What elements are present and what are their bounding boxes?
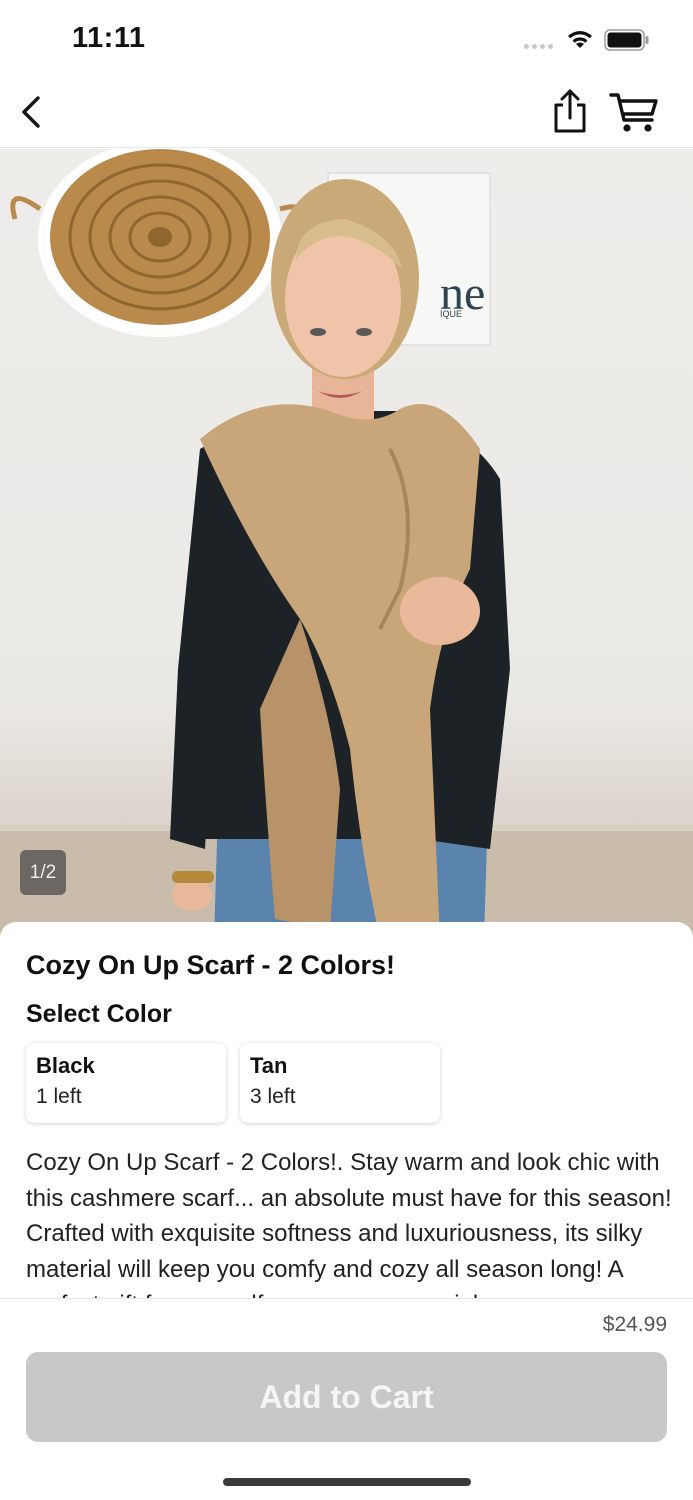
purchase-bar: $24.99 Add to Cart [0,1298,693,1500]
share-icon [554,89,586,133]
product-details-sheet: Cozy On Up Scarf - 2 Colors! Select Colo… [0,922,693,1302]
sign-subtext: IQUE [440,309,462,319]
back-button[interactable] [14,92,54,132]
cart-button[interactable] [608,90,660,134]
home-indicator[interactable] [223,1478,471,1486]
select-color-label: Select Color [26,1000,172,1028]
status-time: 11:11 [72,22,146,54]
product-description: Cozy On Up Scarf - 2 Colors!. Stay warm … [26,1149,672,1302]
add-to-cart-button[interactable]: Add to Cart [26,1352,667,1442]
cart-icon [609,93,658,132]
page-indicator: 1/2 [20,850,66,895]
color-name: Black [36,1053,95,1078]
signal-icon [524,44,553,49]
product-title: Cozy On Up Scarf - 2 Colors! [26,950,396,980]
wifi-icon [568,31,592,48]
color-stock: 3 left [250,1085,296,1108]
product-image[interactable]: ne IQUE 1/2 [0,149,693,939]
share-button[interactable] [548,88,592,134]
chevron-left-icon [22,96,40,128]
color-stock: 1 left [36,1085,82,1108]
color-name: Tan [250,1053,288,1078]
battery-icon [604,29,649,51]
status-bar: 11:11 [0,0,693,78]
color-option-tan[interactable]: Tan 3 left [240,1043,440,1123]
color-option-black[interactable]: Black 1 left [26,1043,226,1123]
product-photo: ne IQUE [0,149,693,939]
nav-bar [0,78,693,148]
product-price: $24.99 [602,1313,667,1336]
